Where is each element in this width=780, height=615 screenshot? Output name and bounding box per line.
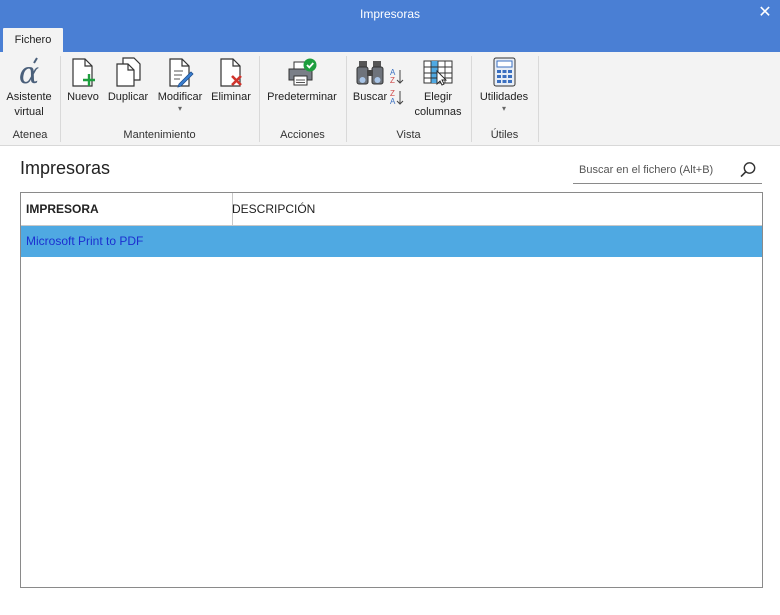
utilidades-button[interactable]: Utilidades ▾ xyxy=(476,52,532,113)
group-separator xyxy=(538,56,539,142)
group-separator xyxy=(346,56,347,142)
ribbon: α Asistente virtual Nuevo Duplicar Modif… xyxy=(0,52,780,146)
printers-table: IMPRESORA DESCRIPCIÓN Microsoft Print to… xyxy=(20,192,763,588)
asistente-label-2: virtual xyxy=(14,106,44,118)
ribbon-tab-strip: Fichero xyxy=(0,28,780,52)
elegir-label-2: columnas xyxy=(414,106,462,118)
delete-document-icon xyxy=(215,52,247,88)
group-label-mantenimiento: Mantenimiento xyxy=(123,129,196,141)
table-header: IMPRESORA DESCRIPCIÓN xyxy=(21,193,762,226)
group-separator xyxy=(259,56,260,142)
choose-columns-icon xyxy=(422,52,454,88)
predeterminar-button[interactable]: Predeterminar xyxy=(263,52,341,105)
duplicate-icon xyxy=(112,52,144,88)
modificar-button[interactable]: Modificar ▾ xyxy=(154,52,206,113)
duplicar-label: Duplicar xyxy=(107,91,149,103)
search-box xyxy=(573,157,762,184)
utilidades-label: Utilidades xyxy=(479,91,529,103)
column-header-descripcion[interactable]: DESCRIPCIÓN xyxy=(232,193,752,225)
close-icon: ✕ xyxy=(758,4,772,21)
table-row[interactable]: Microsoft Print to PDF xyxy=(21,226,762,257)
arrow-down-icon xyxy=(396,69,404,84)
arrow-down-icon xyxy=(396,90,404,105)
group-label-atenea: Atenea xyxy=(12,129,48,141)
predeterminar-label: Predeterminar xyxy=(267,91,337,103)
duplicar-button[interactable]: Duplicar xyxy=(104,52,152,105)
calculator-icon xyxy=(488,52,520,88)
printer-check-icon xyxy=(286,52,318,88)
elegir-columnas-button[interactable]: Elegir columnas xyxy=(412,52,464,120)
alpha-icon: α xyxy=(13,52,45,88)
buscar-label: Buscar xyxy=(352,91,388,103)
chevron-down-icon: ▾ xyxy=(177,104,182,113)
column-header-impresora[interactable]: IMPRESORA xyxy=(21,193,233,225)
eliminar-button[interactable]: Eliminar xyxy=(208,52,254,105)
chevron-down-icon: ▾ xyxy=(501,104,506,113)
sort-descending-button[interactable]: Z A xyxy=(390,89,410,106)
nuevo-label: Nuevo xyxy=(67,91,99,103)
group-separator xyxy=(471,56,472,142)
binoculars-icon xyxy=(354,52,386,88)
group-label-acciones: Acciones xyxy=(280,129,325,141)
sort-ascending-button[interactable]: A Z xyxy=(390,68,410,85)
group-separator xyxy=(60,56,61,142)
cell-impresora: Microsoft Print to PDF xyxy=(26,234,144,248)
eliminar-label: Eliminar xyxy=(211,91,251,103)
modificar-label: Modificar xyxy=(157,91,203,103)
close-button[interactable]: ✕ xyxy=(750,0,780,24)
asistente-label-1: Asistente xyxy=(6,91,52,103)
nuevo-button[interactable]: Nuevo xyxy=(64,52,102,105)
edit-document-icon xyxy=(164,52,196,88)
search-icon[interactable] xyxy=(738,160,758,180)
buscar-button[interactable]: Buscar xyxy=(351,52,389,105)
asistente-virtual-button[interactable]: α Asistente virtual xyxy=(3,52,55,120)
title-bar: Impresoras ✕ xyxy=(0,0,780,28)
search-input[interactable] xyxy=(573,157,736,183)
sort-az-bottom: Z xyxy=(390,75,395,85)
group-label-utiles: Útiles xyxy=(490,129,519,141)
group-label-vista: Vista xyxy=(396,129,421,141)
sort-za-bottom: A xyxy=(390,96,396,106)
new-document-icon xyxy=(67,52,99,88)
sort-icon[interactable]: A Z Z A xyxy=(390,68,410,106)
elegir-label-1: Elegir xyxy=(423,91,453,103)
page-title: Impresoras xyxy=(20,158,111,178)
tab-fichero[interactable]: Fichero xyxy=(3,28,63,52)
window-title: Impresoras xyxy=(359,7,421,21)
